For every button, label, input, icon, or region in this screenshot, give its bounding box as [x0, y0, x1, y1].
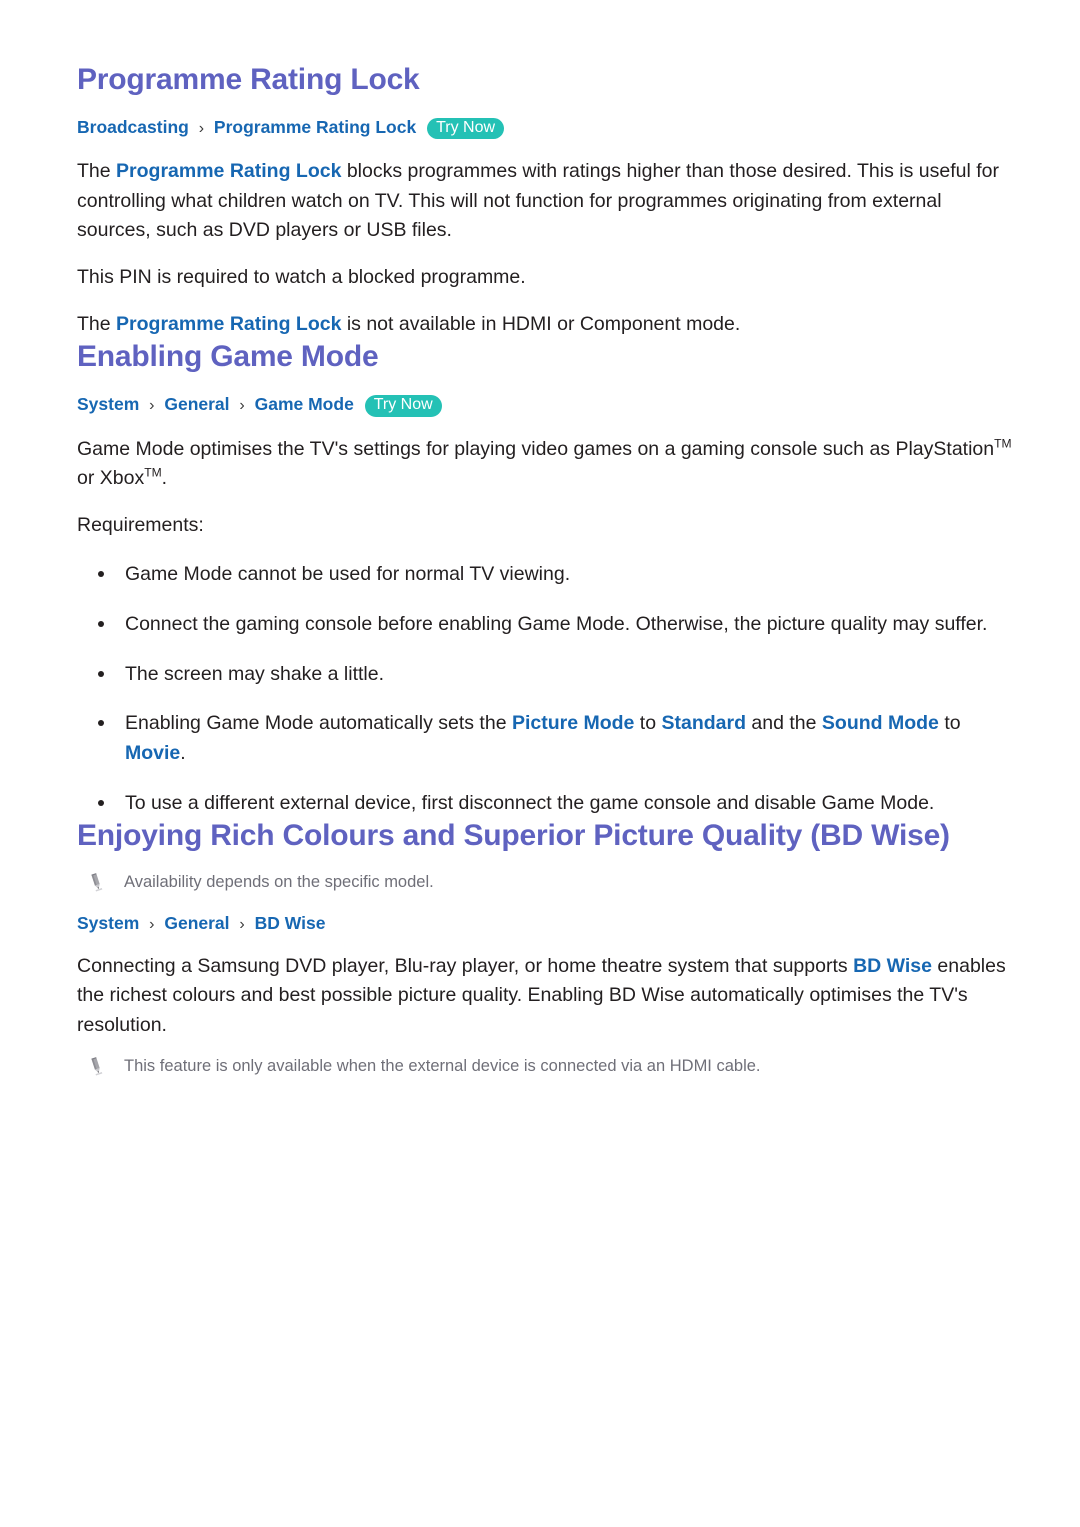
trademark-symbol: TM: [144, 465, 162, 480]
breadcrumb-crumb-programme-rating-lock[interactable]: Programme Rating Lock: [214, 117, 416, 137]
breadcrumb-crumb-bd-wise[interactable]: BD Wise: [255, 913, 326, 933]
breadcrumb-crumb-broadcasting[interactable]: Broadcasting: [77, 117, 189, 137]
list-item-text: The screen may shake a little.: [125, 663, 384, 685]
breadcrumb-crumb-general[interactable]: General: [164, 394, 229, 414]
text-run: is not available in HDMI or Component mo…: [341, 312, 741, 335]
inline-link[interactable]: Programme Rating Lock: [116, 313, 341, 335]
breadcrumb-programme-rating-lock: Broadcasting › Programme Rating Lock Try…: [77, 117, 1018, 141]
requirements-list: Game Mode cannot be used for normal TV v…: [77, 560, 1018, 818]
list-item: Connect the gaming console before enabli…: [77, 610, 1018, 640]
text-run: .: [180, 741, 186, 764]
list-item: Enabling Game Mode automatically sets th…: [77, 709, 1018, 768]
document-page: Programme Rating Lock Broadcasting › Pro…: [0, 0, 1080, 1527]
text-run: Game Mode optimises the TV's settings fo…: [77, 437, 995, 460]
list-item: To use a different external device, firs…: [77, 789, 1018, 819]
breadcrumb-separator-icon: ›: [149, 396, 155, 414]
pencil-icon: [91, 872, 103, 892]
page-title-programme-rating-lock: Programme Rating Lock: [77, 63, 420, 96]
note-text: Availability depends on the specific mod…: [124, 872, 434, 891]
text-run: to: [634, 712, 662, 735]
page-title-bd-wise: Enjoying Rich Colours and Superior Pictu…: [77, 819, 950, 853]
list-item-text: Enabling Game Mode automatically sets th…: [125, 712, 961, 764]
paragraph-requirements-label: Requirements:: [77, 511, 1018, 541]
text-run: Enabling Game Mode automatically sets th…: [125, 712, 512, 735]
paragraph-prl-1: The Programme Rating Lock blocks program…: [77, 157, 1018, 246]
breadcrumb-separator-icon: ›: [149, 915, 155, 933]
inline-link[interactable]: Movie: [125, 742, 180, 764]
inline-link[interactable]: Standard: [662, 712, 747, 734]
breadcrumb-bd-wise: System › General › BD Wise: [77, 913, 1018, 935]
breadcrumb-crumb-system[interactable]: System: [77, 394, 139, 414]
bullet-icon: [98, 670, 104, 677]
bullet-icon: [98, 720, 104, 727]
text-run: This PIN is required to watch a blocked …: [77, 266, 526, 289]
breadcrumb-enabling-game-mode: System › General › Game Mode Try Now: [77, 394, 1018, 418]
list-item: Game Mode cannot be used for normal TV v…: [77, 560, 1018, 590]
list-item: The screen may shake a little.: [77, 660, 1018, 690]
list-item-text: Connect the gaming console before enabli…: [125, 613, 987, 635]
text-run: Game Mode cannot be used for normal TV v…: [125, 563, 571, 586]
breadcrumb-separator-icon: ›: [239, 915, 245, 933]
paragraph-prl-3: The Programme Rating Lock is not availab…: [77, 310, 1018, 340]
breadcrumb-crumb-system[interactable]: System: [77, 913, 139, 933]
list-item-text: Game Mode cannot be used for normal TV v…: [125, 563, 570, 585]
bullet-icon: [98, 799, 104, 806]
list-item-text: To use a different external device, firs…: [125, 792, 934, 814]
try-now-badge-programme-rating-lock[interactable]: Try Now: [427, 117, 505, 140]
text-run: and the: [746, 712, 822, 735]
paragraph-prl-2: This PIN is required to watch a blocked …: [77, 263, 1018, 293]
text-run: The: [77, 312, 117, 335]
trademark-symbol: TM: [994, 436, 1012, 450]
bullet-icon: [98, 571, 104, 578]
text-run: The screen may shake a little.: [125, 662, 385, 685]
breadcrumb-separator-icon: ›: [198, 119, 205, 137]
text-run: to: [938, 712, 961, 735]
text-run: Requirements:: [77, 513, 204, 536]
try-now-badge-game-mode[interactable]: Try Now: [364, 394, 442, 417]
page-title-enabling-game-mode: Enabling Game Mode: [77, 340, 379, 374]
bullet-icon: [98, 621, 104, 627]
paragraph-bd-wise: Connecting a Samsung DVD player, Blu-ray…: [77, 952, 1018, 1041]
text-run: Connecting a Samsung DVD player, Blu-ray…: [77, 954, 854, 977]
inline-link[interactable]: Sound Mode: [822, 712, 939, 734]
inline-link[interactable]: Programme Rating Lock: [116, 160, 341, 182]
inline-link[interactable]: Picture Mode: [512, 712, 634, 734]
note-hdmi-cable: This feature is only available when the …: [77, 1055, 1018, 1079]
inline-link[interactable]: BD Wise: [853, 955, 932, 977]
text-run: The: [77, 160, 117, 183]
text-run: To use a different external device, firs…: [125, 791, 935, 814]
note-availability: Availability depends on the specific mod…: [77, 871, 1018, 895]
breadcrumb-crumb-general[interactable]: General: [164, 913, 229, 933]
breadcrumb-crumb-game-mode[interactable]: Game Mode: [255, 394, 354, 414]
pencil-icon: [91, 1056, 103, 1076]
breadcrumb-separator-icon: ›: [239, 396, 245, 414]
text-run: or Xbox: [77, 467, 145, 490]
text-run: Connect the gaming console before enabli…: [125, 613, 988, 635]
text-run: .: [161, 467, 168, 490]
paragraph-game-mode-intro: Game Mode optimises the TV's settings fo…: [77, 435, 1018, 494]
note-text: This feature is only available when the …: [124, 1056, 761, 1075]
